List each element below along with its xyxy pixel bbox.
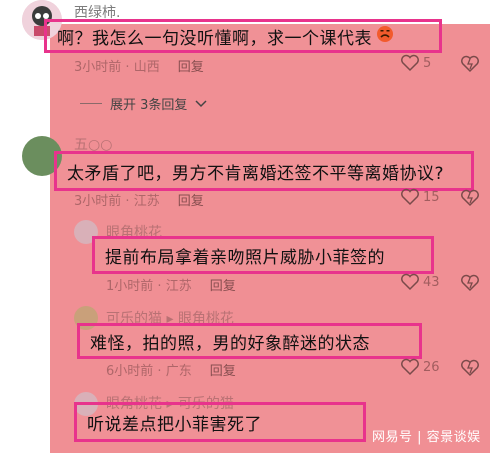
dislike-icon[interactable] (460, 359, 480, 377)
reply-location: 江苏 (165, 279, 192, 294)
angry-emoji-icon (376, 25, 394, 48)
like-count: 26 (423, 359, 440, 375)
like-count: 43 (423, 274, 440, 290)
like-count: 5 (423, 55, 432, 71)
reply-button[interactable]: 回复 (178, 194, 204, 209)
like-button[interactable]: 15 (400, 188, 440, 206)
comment-time: 3小时前 (74, 60, 122, 75)
reply-button[interactable]: 回复 (210, 279, 236, 294)
like-button[interactable]: 26 (400, 358, 440, 376)
reply-meta: 6小时前 · 广东 回复 (106, 364, 236, 379)
dislike-icon[interactable] (460, 189, 480, 207)
heart-icon (401, 273, 419, 291)
chevron-down-icon (195, 99, 207, 107)
reply-text: 听说差点把小菲害死了 (87, 414, 262, 435)
heart-icon (401, 188, 419, 206)
reply-button[interactable]: 回复 (178, 60, 204, 75)
like-count: 15 (423, 189, 440, 205)
comment-time: 3小时前 (74, 194, 122, 209)
like-button[interactable]: 5 (400, 54, 431, 72)
reply-text: 提前布局拿着亲吻照片威胁小菲签的 (105, 247, 385, 268)
reply-time: 6小时前 (106, 364, 154, 379)
expand-replies-button[interactable]: 展开 3条回复 (80, 94, 207, 113)
comment-text: 啊？我怎么一句没听懂啊，求一个课代表 (57, 28, 372, 49)
reply-time: 1小时前 (106, 279, 154, 294)
dislike-icon[interactable] (460, 274, 480, 292)
reply-text-box: 听说差点把小菲害死了 (74, 402, 366, 442)
comment-meta: 3小时前 · 山西 回复 (74, 60, 204, 75)
reply-text-box: 提前布局拿着亲吻照片威胁小菲签的 (92, 236, 434, 274)
like-button[interactable]: 43 (400, 273, 440, 291)
heart-icon (401, 358, 419, 376)
comment-meta: 3小时前 · 江苏 回复 (74, 194, 204, 209)
comment-text-box: 太矛盾了吧，男方不肯离婚还签不平等离婚协议? (54, 151, 474, 191)
comment-location: 江苏 (133, 194, 160, 209)
reply-button[interactable]: 回复 (210, 364, 236, 379)
reply-meta: 1小时前 · 江苏 回复 (106, 279, 236, 294)
comment-location: 山西 (133, 60, 160, 75)
watermark: 网易号 | 容景谈娱 (372, 430, 481, 445)
comment-text: 太矛盾了吧，男方不肯离婚还签不平等离婚协议? (67, 163, 445, 184)
reply-text-box: 难怪，拍的照，男的好象醉迷的状态 (77, 323, 422, 359)
reply-text: 难怪，拍的照，男的好象醉迷的状态 (90, 333, 370, 354)
expand-replies-label: 展开 3条回复 (110, 98, 188, 113)
comment-text-box: 啊？我怎么一句没听懂啊，求一个课代表 (44, 19, 442, 53)
divider-line (80, 103, 102, 104)
reply-location: 广东 (165, 364, 192, 379)
heart-icon (401, 54, 419, 72)
dislike-icon[interactable] (460, 55, 480, 73)
